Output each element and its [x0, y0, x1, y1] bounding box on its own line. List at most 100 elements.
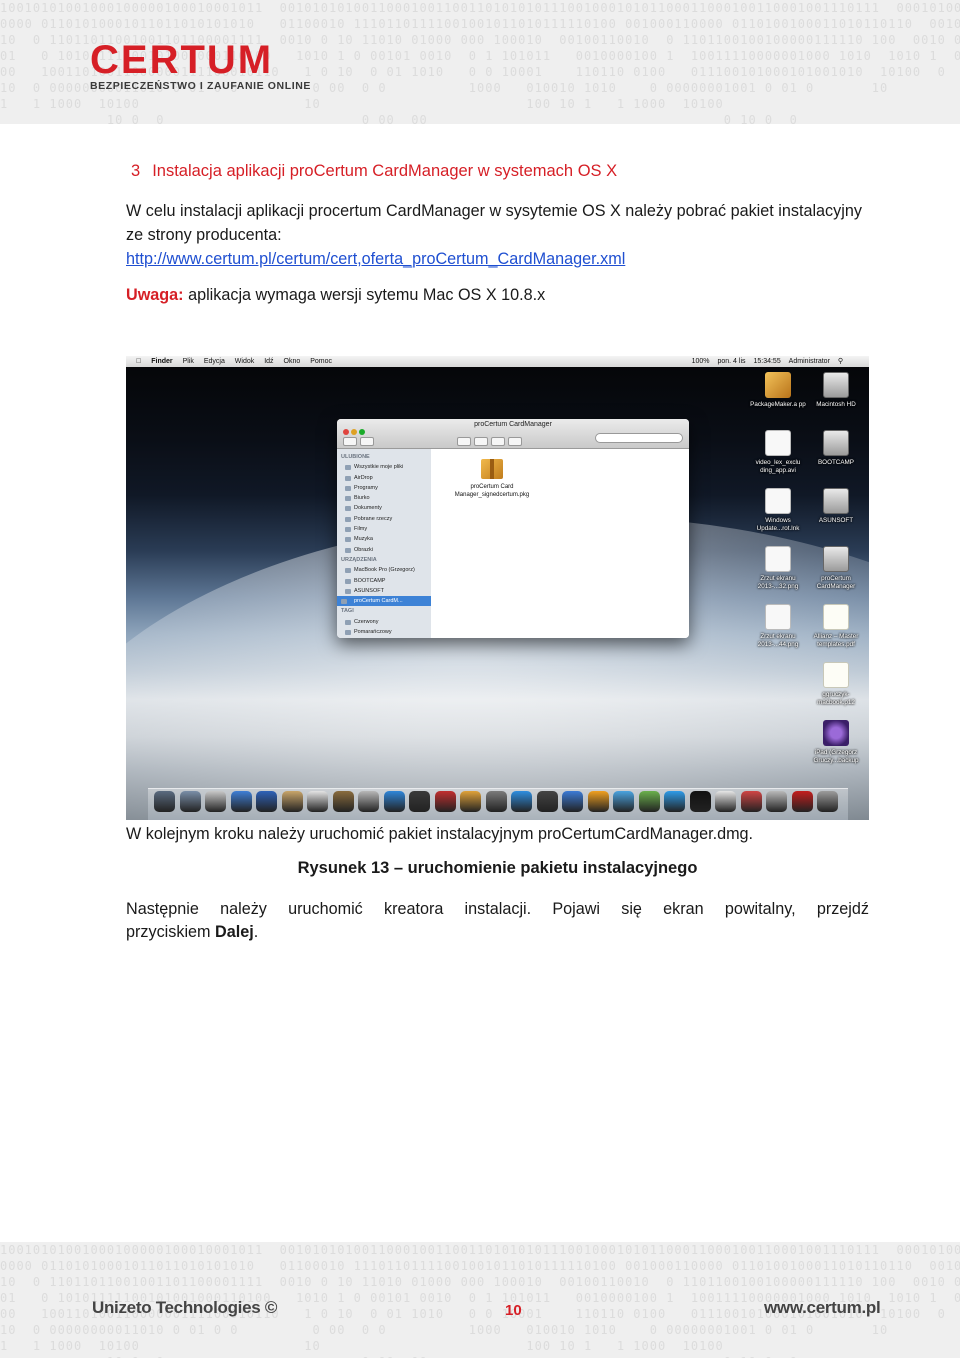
sidebar-heading: ULUBIONE [341, 454, 370, 460]
dock-app-icon [409, 791, 430, 812]
pkg-file: proCertum Card Manager_signedcertum.pkg [447, 459, 537, 499]
paragraph-next-suffix: . [253, 923, 259, 941]
section-number: 3 [131, 162, 141, 180]
note-paragraph: Uwaga: aplikacja wymaga wersji sytemu Ma… [126, 283, 869, 307]
sidebar-heading: URZĄDZENIA [341, 556, 377, 563]
binary-row: 10 0 00000000011010 0 01 0 0 0 00 0 0 10… [0, 1323, 889, 1337]
drive-icon [823, 430, 849, 456]
drive-icon [823, 488, 849, 514]
page-number: 10 [505, 1302, 522, 1319]
paragraph-step: W kolejnym kroku należy uruchomić pakiet… [126, 825, 754, 843]
drive-icon [823, 372, 849, 398]
forward-icon [360, 437, 374, 446]
desktop-icon: Zrzut ekranu 2013-...32.png [748, 546, 808, 591]
search-field [595, 433, 683, 443]
dock-app-icon [230, 791, 252, 812]
desktop-icon-label: BOOTCAMP [817, 459, 855, 466]
section-title: Instalacja aplikacji proCertum CardManag… [152, 162, 618, 180]
sidebar-item: Wszystkie moje pliki [341, 462, 431, 472]
dock-app-icon [536, 791, 558, 812]
certum-logo: CERTUM BEZPIECZEŃSTWO I ZAUFANIE ONLINE [90, 40, 311, 92]
binary-row: 1 1 1000 10100 10 100 10 1 1 1000 10100 [0, 97, 724, 111]
footer-company: Unizeto Technologies © [92, 1298, 278, 1317]
package-icon [481, 459, 503, 479]
sidebar-item: AirDrop [341, 473, 431, 483]
desktop-icon-label: iPad (Grzegorz Gruczy...backup [813, 749, 859, 764]
dock-app-icon [511, 791, 532, 812]
dock-app-icon [460, 791, 481, 812]
dock-app-icon [791, 791, 813, 812]
menu-date: pon. 4 lis [717, 358, 746, 365]
file-icon [765, 604, 791, 630]
menu-item-okno: Okno [278, 358, 301, 365]
spotlight-icon: ⚲ [837, 358, 843, 365]
drive-icon [823, 546, 849, 572]
menu-time: 15:34:55 [753, 358, 781, 365]
file-icon [765, 488, 791, 514]
figure-caption: Rysunek 13 – uruchomienie pakietu instal… [297, 859, 698, 877]
certificate-icon [823, 662, 849, 688]
desktop-icon: proCertum CardManager [806, 546, 866, 591]
menu-item-edycja: Edycja [198, 358, 225, 365]
dock-app-icon [383, 791, 405, 812]
dock-app-icon [664, 791, 685, 812]
backup-icon [823, 720, 849, 746]
finder-toolbar: proCertum CardManager [337, 419, 689, 449]
footer-site[interactable]: www.certum.pl [764, 1298, 881, 1318]
desktop-icon: Allianz – Master templates.pdf [806, 604, 866, 649]
header-band: 10010101001000100000100010001011 0010101… [0, 0, 960, 124]
column-icon [491, 437, 505, 446]
binary-row: 1 1 1000 10100 10 100 10 1 1 1000 10100 [0, 1339, 724, 1353]
menu-item-idz: Idź [258, 358, 273, 365]
dock-app-icon [715, 791, 736, 812]
dock-app-icon [154, 791, 175, 812]
dock-app-icon [587, 791, 609, 812]
dock-app-icon [562, 791, 583, 812]
logo-tagline: BEZPIECZEŃSTWO I ZAUFANIE ONLINE [90, 80, 312, 92]
button-name-dalej: Dalej [215, 923, 254, 941]
desktop-icon: ASUNSOFT [806, 488, 866, 525]
menu-status: 100% pon. 4 lis 15:34:55 Administrator ⚲ [692, 356, 849, 367]
desktop-icon-label: proCertum CardManager [816, 575, 856, 590]
dock-app-icon [179, 791, 201, 812]
paragraph-next: Następnie należy uruchomić kreatora inst… [126, 900, 869, 918]
finder-window: proCertum CardManager ULUBIONE Wszystkie … [337, 419, 689, 638]
binary-row: 10010101001000100000100010001011 0010101… [0, 1, 960, 15]
desktop-icon: Zrzut ekranu 2013-...44.png [748, 604, 808, 649]
section-heading: 3 Instalacja aplikacji proCertum CardMana… [131, 162, 617, 181]
finder-title: proCertum CardManager [474, 421, 552, 428]
dock-app-icon [613, 791, 634, 812]
sidebar-item: Biurko [341, 493, 431, 503]
document-icon [823, 604, 849, 630]
dock-app-icon [205, 791, 226, 812]
back-icon [343, 437, 357, 446]
binary-row: 10 0 0 0 00 00 0 10 0 0 [0, 113, 798, 124]
desktop-icon-label: Windows Update...rot.lnk [756, 517, 800, 532]
sidebar-item: MacBook Pro (Grzegorz) [341, 565, 431, 575]
sidebar-heading: TAGI [341, 608, 354, 615]
binary-row: 0000 01101010001011011010101010 01100010… [0, 1259, 960, 1273]
menu-item-widok: Widok [229, 358, 254, 365]
desktop-icon: Macintosh HD [806, 372, 866, 409]
file-icon [765, 430, 791, 456]
desktop-icon: PackageMaker.a pp [748, 372, 808, 409]
desktop-icon: ggruczyk-macbook.p12 [806, 662, 866, 707]
gear-icon [508, 437, 522, 446]
sidebar-item: Filmy [341, 524, 431, 534]
dock-app-icon [434, 791, 456, 812]
desktop-icon-label: PackageMaker.a pp [750, 401, 806, 408]
binary-row: 0000 01101010001011011010101010 01100010… [0, 17, 960, 31]
sidebar-item: Muzyka [341, 534, 431, 544]
sidebar-item: Pobrane rzeczy [341, 514, 431, 524]
desktop-icon-label: ASUNSOFT [818, 517, 854, 524]
desktop-icon-label: video_lex_exclu ding_app.avi [755, 459, 801, 474]
desktop-icon-label: Zrzut ekranu 2013-...44.png [757, 633, 799, 648]
download-link[interactable]: http://www.certum.pl/certum/cert,oferta_… [126, 247, 869, 271]
dock-app-icon [307, 791, 328, 812]
binary-row: 10010101001000100000100010001011 0010101… [0, 1243, 960, 1257]
package-icon [765, 372, 791, 398]
paragraph-intro: W celu instalacji aplikacji procertum Ca… [126, 202, 862, 244]
dock-app-icon [766, 791, 787, 812]
finder-sidebar: ULUBIONE Wszystkie moje pliki AirDrop Progr… [337, 449, 431, 638]
sidebar-item: Dokumenty [341, 503, 431, 513]
